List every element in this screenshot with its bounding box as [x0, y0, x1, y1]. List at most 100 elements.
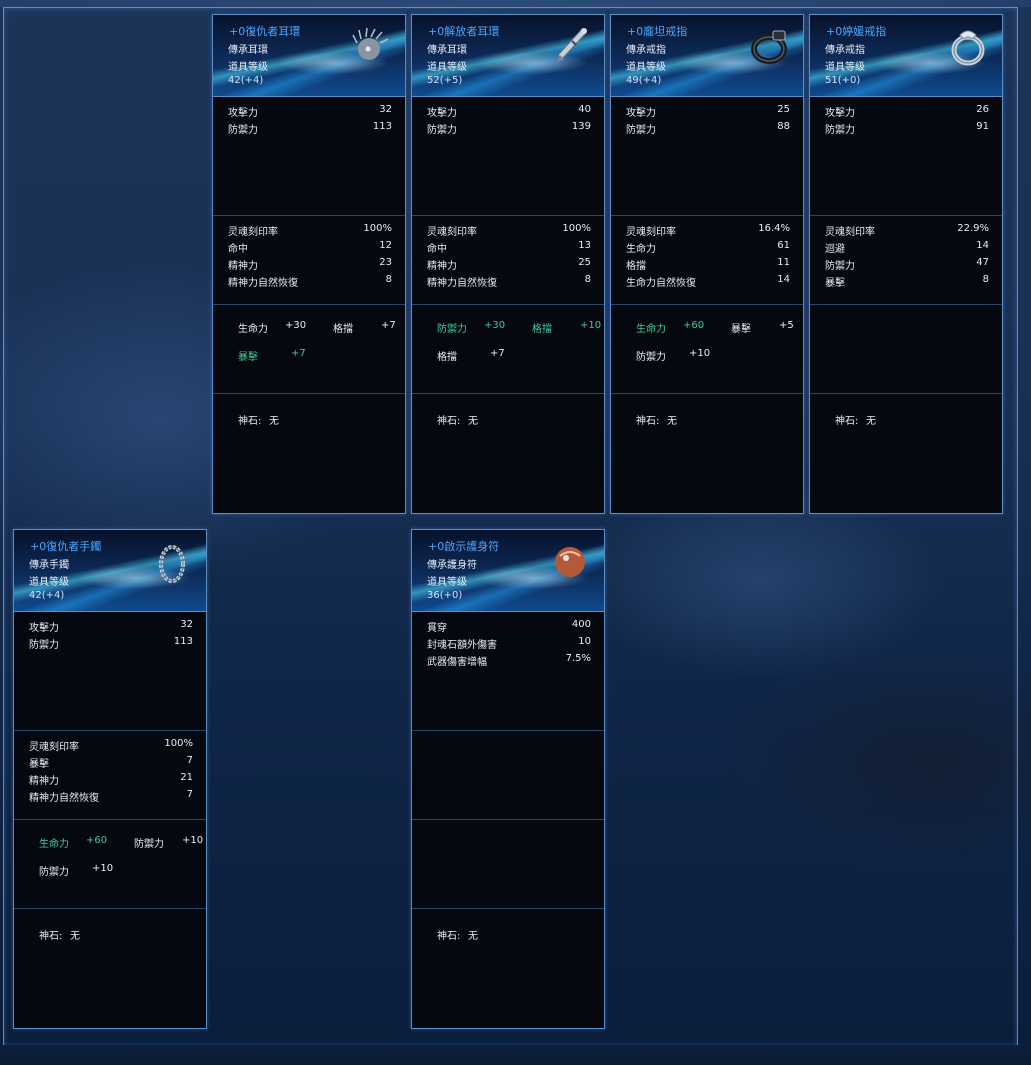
item-level-label: 道具等级: [29, 577, 69, 588]
item-level: 42(+4): [228, 75, 264, 86]
equipment-card[interactable]: +0復仇者耳環 傳承耳環 道具等级 42(+4) 攻擊力 32 防禦力 113 灵魂刻印率 100…: [212, 14, 406, 514]
card-header: +0龐坦戒指 傳承戒指 道具等级 49(+4): [611, 15, 803, 97]
attribute-row: 命中 12: [228, 240, 392, 255]
attribute-name: 精神力: [427, 261, 457, 272]
stat-name: 防禦力: [825, 125, 855, 136]
attribute-row: 格擋 11: [626, 257, 790, 272]
bonus-stat-name: 格擋: [333, 324, 353, 335]
bonus-stat-value: +10: [580, 320, 602, 331]
bonus-stats-section: 生命力 +60 防禦力 +10 防禦力 +10: [14, 819, 206, 909]
base-stats-section: 攻擊力 32 防禦力 113: [213, 96, 405, 215]
gem-section: 神石: 无: [810, 393, 1002, 514]
item-title: +0復仇者手鐲: [30, 540, 102, 553]
stat-row: 貫穿 400: [427, 619, 591, 634]
black-ring-icon: [747, 25, 791, 69]
attribute-name: 命中: [228, 244, 248, 255]
equipment-card[interactable]: +0啟示護身符 傳承護身符道具等级 36(+0) 貫穿 400 封魂石額外傷害 10 武器傷害…: [411, 529, 605, 1029]
attribute-name: 格擋: [626, 261, 646, 272]
attribute-value: 25: [578, 257, 591, 268]
item-level-label: 道具等级: [427, 577, 467, 588]
stat-value: 25: [777, 104, 790, 115]
card-header: +0婷媛戒指 傳承戒指 道具等级 51(+0): [810, 15, 1002, 97]
attribute-name: 防禦力: [825, 261, 855, 272]
stat-value: 10: [578, 636, 591, 647]
attribute-value: 12: [379, 240, 392, 251]
attribute-section: 灵魂刻印率 100% 命中 12 精神力 23 精神力自然恢復 8: [213, 215, 405, 305]
item-level-label: 道具等级: [427, 62, 467, 73]
base-stats-section: 攻擊力 26 防禦力 91: [810, 96, 1002, 215]
attribute-row: 精神力 21: [29, 772, 193, 787]
bonus-stat-name: 暴擊: [238, 352, 258, 363]
attribute-value: 8: [982, 274, 989, 285]
stat-name: 防禦力: [626, 125, 656, 136]
bonus-stat-value: +7: [490, 348, 505, 359]
stat-value: 113: [372, 121, 392, 132]
card-header: +0解放者耳環 傳承耳環 道具等级 52(+5): [412, 15, 604, 97]
item-type: 傳承護身符: [427, 560, 477, 571]
attribute-row: 生命力 61: [626, 240, 790, 255]
stat-name: 防禦力: [427, 125, 457, 136]
item-type: 傳承耳環: [228, 45, 268, 56]
stat-row: 防禦力 91: [825, 121, 989, 136]
attribute-value: 8: [385, 274, 392, 285]
stat-row: 防禦力 113: [29, 636, 193, 651]
attribute-row: 灵魂刻印率 100%: [29, 738, 193, 753]
gem-label: 神石:: [636, 416, 660, 427]
dagger-earring-icon: [548, 25, 592, 69]
attribute-row: 灵魂刻印率 16.4%: [626, 223, 790, 238]
gem-section: 神石: 无: [14, 908, 206, 1029]
attribute-section: 灵魂刻印率 16.4% 生命力 61 格擋 11 生命力自然恢復 14: [611, 215, 803, 305]
item-title: +0復仇者耳環: [229, 25, 301, 38]
bonus-stat-value: +60: [86, 835, 108, 846]
bonus-stats-section: 生命力 +60 暴擊 +5 防禦力 +10: [611, 304, 803, 394]
attribute-section: 灵魂刻印率 100% 命中 13 精神力 25 精神力自然恢復 8: [412, 215, 604, 305]
equipment-card[interactable]: +0解放者耳環 傳承耳環 道具等级 52(+5) 攻擊力 40 防禦力 139 灵魂刻印率 100…: [411, 14, 605, 514]
gem-label: 神石:: [39, 931, 63, 942]
attribute-row: 防禦力 47: [825, 257, 989, 272]
base-stats-section: 貫穿 400 封魂石額外傷害 10 武器傷害增幅 7.5%: [412, 611, 604, 730]
bonus-stat-name: 生命力: [39, 839, 69, 850]
stat-name: 武器傷害增幅: [427, 657, 487, 668]
item-title: +0啟示護身符: [428, 540, 500, 553]
gem-label: 神石:: [835, 416, 859, 427]
equipment-card[interactable]: +0婷媛戒指 傳承戒指 道具等级 51(+0) 攻擊力 26 防禦力 91 灵魂刻印率 22.9%…: [809, 14, 1003, 514]
attribute-section: [412, 730, 604, 820]
item-level: 36(+0): [427, 590, 463, 601]
item-level: 42(+4): [29, 590, 65, 601]
equipment-card[interactable]: +0龐坦戒指 傳承戒指 道具等级 49(+4) 攻擊力 25 防禦力 88 灵魂刻印率 16.4%…: [610, 14, 804, 514]
gem-section: 神石: 无: [412, 393, 604, 514]
stat-value: 40: [578, 104, 591, 115]
item-level: 52(+5): [427, 75, 463, 86]
base-stats-section: 攻擊力 32 防禦力 113: [14, 611, 206, 730]
stat-name: 攻擊力: [228, 108, 258, 119]
attribute-name: 精神力自然恢復: [228, 278, 298, 289]
stat-value: 91: [976, 121, 989, 132]
bonus-stat-value: +7: [291, 348, 306, 359]
item-type: 傳承手鐲: [29, 560, 69, 571]
silver-ring-icon: [946, 25, 990, 69]
stat-row: 封魂石額外傷害 10: [427, 636, 591, 651]
bonus-stat-name: 防禦力: [636, 352, 666, 363]
attribute-row: 暴擊 7: [29, 755, 193, 770]
attribute-name: 精神力: [29, 776, 59, 787]
item-level: 49(+4): [626, 75, 662, 86]
attribute-row: 灵魂刻印率 100%: [228, 223, 392, 238]
item-type: 傳承戒指: [626, 45, 666, 56]
card-header: +0啟示護身符 傳承護身符道具等级 36(+0): [412, 530, 604, 612]
attribute-value: 100%: [164, 738, 193, 749]
equipment-card[interactable]: +0復仇者手鐲 傳承手鐲道具等级 42(+4) 攻擊力 32 防禦力 113 灵魂刻印率 100…: [13, 529, 207, 1029]
stat-value: 139: [571, 121, 591, 132]
bonus-stat-name: 格擋: [532, 324, 552, 335]
gem-value: 无: [468, 416, 478, 427]
gem-label: 神石:: [238, 416, 262, 427]
item-title: +0婷媛戒指: [826, 25, 887, 38]
bonus-stat-name: 生命力: [636, 324, 666, 335]
gem-value: 无: [468, 931, 478, 942]
item-title: +0解放者耳環: [428, 25, 500, 38]
pearl-earring-icon: [349, 25, 393, 69]
attribute-row: 生命力自然恢復 14: [626, 274, 790, 289]
item-level: 51(+0): [825, 75, 861, 86]
gem-section: 神石: 无: [213, 393, 405, 514]
stat-value: 7.5%: [565, 653, 591, 664]
attribute-value: 13: [578, 240, 591, 251]
